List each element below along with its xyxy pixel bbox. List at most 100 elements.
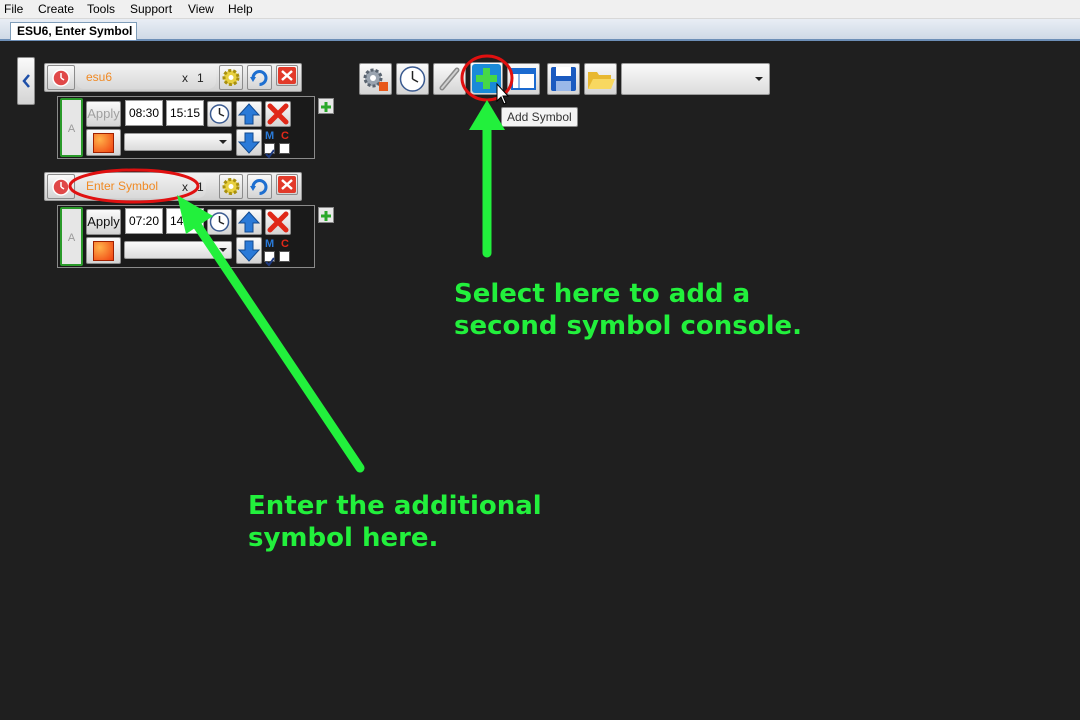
annotation-right-line-2: second symbol console. bbox=[454, 311, 803, 341]
layout-toolbar-button[interactable] bbox=[507, 63, 540, 95]
console-2-apply-button[interactable]: Apply bbox=[86, 209, 121, 235]
console-1-apply-button[interactable]: Apply bbox=[86, 101, 121, 127]
console-1-dropdown[interactable] bbox=[124, 133, 232, 151]
console-1-refresh-button[interactable] bbox=[247, 65, 272, 90]
close-icon bbox=[278, 176, 296, 193]
console-1-multiplier-value: 1 bbox=[197, 71, 204, 85]
tab-esu6-enter-symbol[interactable]: ESU6, Enter Symbol bbox=[10, 22, 138, 40]
plus-icon bbox=[321, 211, 331, 221]
close-icon bbox=[278, 67, 296, 84]
refresh-icon bbox=[250, 70, 268, 86]
console-1-schedule-button[interactable] bbox=[207, 101, 232, 127]
clock-icon bbox=[399, 66, 426, 92]
console-2-alarm-button[interactable] bbox=[47, 174, 75, 199]
arrow-down-icon bbox=[237, 240, 261, 262]
chevron-left-icon bbox=[22, 74, 30, 88]
console-1-m-checkbox[interactable] bbox=[264, 143, 275, 159]
collapse-panel-button[interactable] bbox=[17, 57, 35, 105]
menu-view[interactable]: View bbox=[188, 2, 214, 16]
console-1-move-up-button[interactable] bbox=[236, 101, 262, 127]
console-2-c-checkbox[interactable] bbox=[279, 251, 290, 262]
annotation-left-line-2: symbol here. bbox=[248, 523, 439, 553]
tab-strip: ESU6, Enter Symbol bbox=[0, 19, 1080, 41]
checkmark-icon bbox=[265, 149, 275, 159]
console-1-alarm-button[interactable] bbox=[47, 65, 75, 90]
chevron-down-icon bbox=[219, 140, 227, 144]
chevron-down-icon bbox=[219, 248, 227, 252]
arrow-up-icon bbox=[237, 103, 261, 125]
chevron-down-icon bbox=[755, 77, 763, 81]
console-2-start-time[interactable]: 07:20 bbox=[125, 208, 163, 234]
console-2-move-up-button[interactable] bbox=[236, 209, 262, 235]
console-1-end-time[interactable]: 15:15 bbox=[166, 100, 204, 126]
console-1-m-label: M bbox=[265, 130, 275, 142]
console-2-end-time[interactable]: 14:10 bbox=[166, 208, 204, 234]
console-2-multiplier-value: 1 bbox=[197, 180, 204, 194]
add-symbol-button[interactable] bbox=[470, 62, 503, 95]
console-2-c-label: C bbox=[281, 238, 289, 250]
annotation-right-line-1: Select here to add a bbox=[454, 279, 751, 309]
clock-toolbar-button[interactable] bbox=[396, 63, 429, 95]
console-2-close-button[interactable] bbox=[276, 174, 298, 195]
console-2-schedule-button[interactable] bbox=[207, 209, 232, 235]
refresh-icon bbox=[250, 179, 268, 195]
console-2-move-down-button[interactable] bbox=[236, 237, 262, 264]
console-2-multiplier-x: x bbox=[182, 180, 188, 194]
add-symbol-plus-icon bbox=[472, 64, 501, 93]
console-2-a-indicator[interactable]: A bbox=[60, 207, 83, 266]
checkmark-icon bbox=[265, 257, 275, 267]
red-x-icon bbox=[267, 103, 289, 125]
menu-create[interactable]: Create bbox=[38, 2, 74, 16]
console-1-multiplier-x: x bbox=[182, 71, 188, 85]
annotation-left-line-1: Enter the additional bbox=[248, 491, 542, 521]
open-toolbar-button[interactable] bbox=[584, 63, 617, 95]
alarm-clock-icon bbox=[52, 69, 70, 87]
console-1-add-row-button[interactable] bbox=[318, 98, 334, 114]
console-2-dropdown[interactable] bbox=[124, 241, 232, 259]
color-swatch-icon bbox=[93, 133, 114, 153]
clock-icon bbox=[209, 104, 230, 124]
console-2-m-label: M bbox=[265, 238, 275, 250]
console-1-start-time[interactable]: 08:30 bbox=[125, 100, 163, 126]
layout-icon bbox=[511, 68, 536, 90]
settings-gear-icon bbox=[363, 68, 388, 91]
gear-icon bbox=[222, 178, 240, 195]
clock-icon bbox=[209, 212, 230, 232]
open-folder-icon bbox=[588, 72, 615, 89]
console-1-c-checkbox[interactable] bbox=[279, 143, 290, 154]
save-toolbar-button[interactable] bbox=[547, 63, 580, 95]
console-1-a-indicator[interactable]: A bbox=[60, 98, 83, 157]
menu-support[interactable]: Support bbox=[130, 2, 172, 16]
console-2-settings-button[interactable] bbox=[219, 174, 243, 199]
save-icon bbox=[551, 67, 576, 91]
settings-toolbar-button[interactable] bbox=[359, 63, 392, 95]
console-2-add-row-button[interactable] bbox=[318, 207, 334, 223]
menu-help[interactable]: Help bbox=[228, 2, 253, 16]
console-2-refresh-button[interactable] bbox=[247, 174, 272, 199]
layout-select-dropdown[interactable] bbox=[621, 63, 770, 95]
menu-file[interactable]: File bbox=[4, 2, 23, 16]
console-1-move-down-button[interactable] bbox=[236, 129, 262, 156]
console-1-remove-button[interactable] bbox=[265, 101, 291, 127]
alarm-clock-icon bbox=[52, 178, 70, 196]
gear-icon bbox=[222, 69, 240, 86]
console-2-m-checkbox[interactable] bbox=[264, 251, 275, 267]
console-1-color-button[interactable] bbox=[86, 129, 121, 156]
color-swatch-icon bbox=[93, 241, 114, 261]
arrow-down-icon bbox=[237, 132, 261, 154]
console-1-close-button[interactable] bbox=[276, 65, 298, 86]
link-icon bbox=[439, 67, 460, 91]
arrow-up-icon bbox=[237, 211, 261, 233]
menu-tools[interactable]: Tools bbox=[87, 2, 115, 16]
console-2-color-button[interactable] bbox=[86, 237, 121, 264]
red-x-icon bbox=[267, 211, 289, 233]
right-arrow-head bbox=[469, 100, 505, 130]
console-2-remove-button[interactable] bbox=[265, 209, 291, 235]
console-1-c-label: C bbox=[281, 130, 289, 142]
add-symbol-tooltip: Add Symbol bbox=[501, 107, 578, 127]
console-1-symbol-input[interactable]: esu6 bbox=[76, 66, 216, 89]
console-1-settings-button[interactable] bbox=[219, 65, 243, 90]
link-toolbar-button[interactable] bbox=[433, 63, 466, 95]
menu-bar: File Create Tools Support View Help bbox=[0, 0, 1080, 19]
plus-icon bbox=[321, 102, 331, 112]
